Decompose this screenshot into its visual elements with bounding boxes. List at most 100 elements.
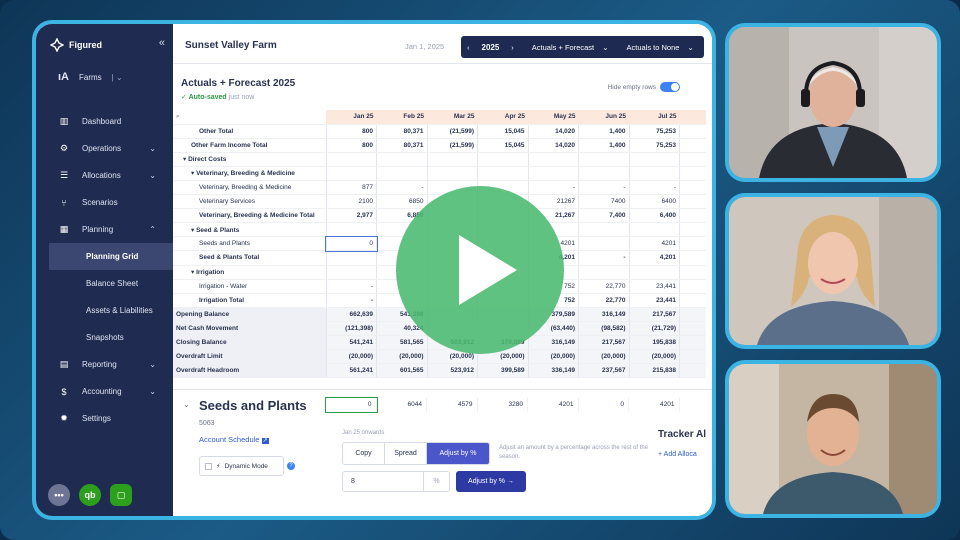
- prev-year-button[interactable]: ‹: [461, 43, 476, 52]
- grid-row[interactable]: Other Total 800 80,371 (21,599) 15,045 14,020…: [173, 124, 706, 139]
- grid-cell[interactable]: (121,398): [325, 321, 377, 337]
- grid-cell[interactable]: 800: [325, 138, 377, 153]
- sidebar-item-operations[interactable]: ⚙ Operations ⌄: [36, 135, 173, 162]
- panel-value-cell[interactable]: 6044: [377, 398, 427, 412]
- grid-cell[interactable]: 800: [325, 124, 377, 139]
- panel-value-cell[interactable]: 4579: [427, 398, 478, 412]
- grid-cell[interactable]: -: [578, 250, 629, 266]
- grid-cell[interactable]: 561,241: [325, 363, 377, 379]
- help-icon[interactable]: ?: [287, 462, 295, 470]
- grid-cell[interactable]: [325, 166, 377, 181]
- sidebar-subitem-planning-grid[interactable]: Planning Grid: [49, 243, 173, 270]
- sidebar-subitem-snapshots[interactable]: Snapshots: [36, 324, 173, 351]
- hide-empty-toggle[interactable]: [660, 82, 680, 92]
- grid-cell[interactable]: [628, 152, 680, 167]
- sidebar-subitem-assets-liabilities[interactable]: Assets & Liabilities: [36, 297, 173, 324]
- app-square-icon[interactable]: ▢: [110, 484, 132, 506]
- grid-cell[interactable]: 662,639: [325, 307, 377, 322]
- sidebar-item-accounting[interactable]: $ Accounting ⌄: [36, 378, 173, 405]
- sidebar-item-dashboard[interactable]: ▥ Dashboard: [36, 108, 173, 135]
- view-mode-select[interactable]: Actuals + Forecast ⌄: [520, 43, 615, 52]
- grid-cell[interactable]: 6400: [628, 194, 680, 210]
- sidebar-item-settings[interactable]: ✹ Settings: [36, 405, 173, 432]
- grid-cell[interactable]: 15,045: [477, 138, 528, 153]
- grid-cell[interactable]: [527, 166, 579, 181]
- grid-cell[interactable]: 541,241: [325, 335, 377, 351]
- grid-cell[interactable]: 75,253: [628, 138, 680, 153]
- grid-cell[interactable]: [477, 166, 528, 181]
- grid-cell[interactable]: 2100: [325, 194, 377, 210]
- grid-cell[interactable]: 217,567: [628, 307, 680, 322]
- grid-cell[interactable]: [527, 152, 579, 167]
- panel-value-cell[interactable]: 0: [579, 398, 629, 412]
- percent-input[interactable]: 8 %: [342, 471, 450, 492]
- grid-cell[interactable]: 14,020: [527, 138, 579, 153]
- grid-cell[interactable]: -: [628, 180, 680, 196]
- grid-cell[interactable]: 237,567: [578, 363, 629, 379]
- grid-cell[interactable]: [426, 152, 478, 167]
- grid-cell[interactable]: (20,000): [628, 349, 680, 365]
- grid-row[interactable]: Other Farm Income Total 800 80,371 (21,599)…: [173, 138, 706, 153]
- grid-cell[interactable]: (20,000): [325, 349, 377, 365]
- grid-cell[interactable]: 80,371: [376, 124, 427, 139]
- sidebar-item-reporting[interactable]: ▤ Reporting ⌄: [36, 351, 173, 378]
- grid-cell[interactable]: [628, 222, 680, 238]
- more-icon[interactable]: •••: [48, 484, 70, 506]
- grid-cell[interactable]: 22,770: [578, 293, 629, 308]
- grid-cell[interactable]: [628, 166, 680, 181]
- grid-row[interactable]: ▾ Veterinary, Breeding & Medicine: [173, 166, 706, 181]
- grid-cell[interactable]: 217,567: [578, 335, 629, 351]
- grid-cell[interactable]: [426, 166, 478, 181]
- grid-cell[interactable]: 4,201: [628, 250, 680, 266]
- next-year-button[interactable]: ›: [505, 43, 520, 52]
- grid-cell[interactable]: -: [325, 279, 377, 294]
- grid-cell[interactable]: [578, 222, 629, 238]
- panel-value-cell[interactable]: 4201: [629, 398, 680, 412]
- tab-spread[interactable]: Spread: [385, 443, 427, 464]
- panel-value-cell[interactable]: 0: [325, 397, 378, 413]
- brand-logo[interactable]: Figured: [50, 38, 102, 52]
- sidebar-subitem-balance-sheet[interactable]: Balance Sheet: [36, 270, 173, 297]
- grid-cell[interactable]: 2,977: [325, 208, 377, 224]
- grid-cell[interactable]: (21,599): [426, 124, 478, 139]
- collapse-sidebar-icon[interactable]: «: [159, 37, 165, 49]
- grid-cell[interactable]: [325, 152, 377, 167]
- farms-switcher[interactable]: ıA Farms | ⌄: [58, 71, 123, 83]
- collapse-panel-icon[interactable]: ⌄: [183, 400, 190, 409]
- grid-cell[interactable]: [578, 265, 629, 280]
- grid-cell[interactable]: [325, 250, 377, 266]
- grid-cell[interactable]: [376, 166, 427, 181]
- grid-search[interactable]: ⌕: [173, 110, 326, 125]
- sidebar-item-planning[interactable]: ▦ Planning ⌃: [36, 216, 173, 243]
- grid-cell[interactable]: [578, 166, 629, 181]
- grid-cell[interactable]: [376, 152, 427, 167]
- grid-cell[interactable]: 336,149: [527, 363, 579, 379]
- grid-cell[interactable]: 1,400: [578, 138, 629, 153]
- grid-cell[interactable]: 7400: [578, 194, 629, 210]
- grid-cell[interactable]: 0: [325, 235, 378, 252]
- sidebar-item-allocations[interactable]: ☰ Allocations ⌄: [36, 162, 173, 189]
- grid-cell[interactable]: [325, 222, 377, 238]
- grid-cell[interactable]: [477, 152, 528, 167]
- grid-cell[interactable]: 877: [325, 180, 377, 196]
- grid-cell[interactable]: 23,441: [628, 279, 680, 294]
- dynamic-mode-checkbox[interactable]: ⚡ Dynamic Mode: [199, 456, 284, 476]
- grid-cell[interactable]: 316,149: [578, 307, 629, 322]
- grid-cell[interactable]: [628, 265, 680, 280]
- play-button[interactable]: [396, 186, 564, 354]
- grid-cell[interactable]: [325, 265, 377, 280]
- grid-cell[interactable]: [578, 236, 629, 252]
- grid-cell[interactable]: 1,400: [578, 124, 629, 139]
- grid-cell[interactable]: -: [578, 180, 629, 196]
- tab-adjust-by-percent[interactable]: Adjust by %: [427, 443, 489, 464]
- grid-row[interactable]: Overdraft Headroom 561,241 601,565 523,912 3…: [173, 363, 706, 379]
- sidebar-item-scenarios[interactable]: ⑂ Scenarios: [36, 189, 173, 216]
- actuals-to-select[interactable]: Actuals to None ⌄: [615, 43, 700, 52]
- grid-cell[interactable]: 23,441: [628, 293, 680, 308]
- grid-cell[interactable]: 22,770: [578, 279, 629, 294]
- add-allocation-link[interactable]: + Add Alloca: [658, 451, 697, 458]
- grid-cell[interactable]: (21,599): [426, 138, 478, 153]
- grid-cell[interactable]: 6,400: [628, 208, 680, 224]
- grid-cell[interactable]: 195,838: [628, 335, 680, 351]
- grid-cell[interactable]: 15,045: [477, 124, 528, 139]
